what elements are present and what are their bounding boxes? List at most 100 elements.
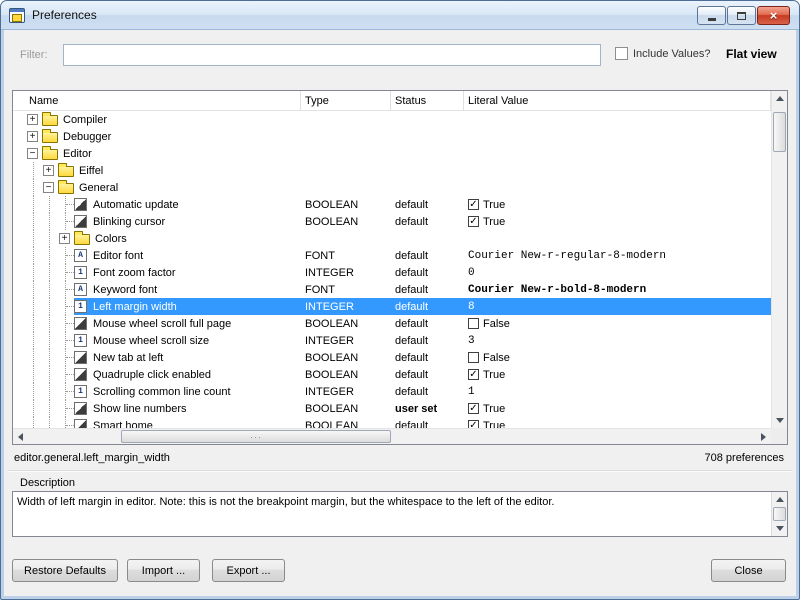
row-name: Keyword font bbox=[92, 284, 157, 296]
tree-guide bbox=[58, 383, 74, 400]
unchecked-checkbox[interactable] bbox=[468, 318, 479, 329]
tree-guide bbox=[26, 332, 42, 349]
tree-row[interactable]: Blinking cursorBOOLEANdefault✓True bbox=[13, 213, 771, 230]
row-status: default bbox=[391, 264, 464, 281]
row-name: Left margin width bbox=[92, 301, 177, 313]
column-header-literal-value[interactable]: Literal Value bbox=[464, 91, 771, 110]
tree-row[interactable]: 1Mouse wheel scroll sizeINTEGERdefault3 bbox=[13, 332, 771, 349]
column-header-type[interactable]: Type bbox=[301, 91, 391, 110]
row-status bbox=[391, 162, 464, 179]
tree-row[interactable]: Show line numbersBOOLEANuser set✓True bbox=[13, 400, 771, 417]
name-cell: Blinking cursor bbox=[13, 213, 301, 230]
tree-indent bbox=[13, 145, 26, 162]
tree-row[interactable]: Automatic updateBOOLEANdefault✓True bbox=[13, 196, 771, 213]
checked-checkbox[interactable]: ✓ bbox=[468, 199, 479, 210]
window-controls: × bbox=[697, 6, 790, 25]
tree-row[interactable]: −General bbox=[13, 179, 771, 196]
bool-preference-icon bbox=[74, 402, 87, 415]
horizontal-scrollbar[interactable]: ··· bbox=[13, 428, 771, 444]
scroll-down-button[interactable] bbox=[772, 521, 787, 536]
tree-guide bbox=[26, 417, 42, 428]
collapse-icon[interactable]: − bbox=[43, 182, 54, 193]
horizontal-scroll-thumb[interactable]: ··· bbox=[121, 430, 391, 443]
export-button[interactable]: Export ... bbox=[212, 559, 285, 582]
tree-row[interactable]: 1Scrolling common line countINTEGERdefau… bbox=[13, 383, 771, 400]
description-scrollbar[interactable] bbox=[771, 492, 787, 536]
tree-row[interactable]: AKeyword fontFONTdefaultCourier New-r-bo… bbox=[13, 281, 771, 298]
unchecked-checkbox[interactable] bbox=[468, 352, 479, 363]
titlebar[interactable]: Preferences × bbox=[1, 1, 799, 30]
tree-indent bbox=[13, 247, 26, 264]
checked-checkbox[interactable]: ✓ bbox=[468, 420, 479, 428]
checked-checkbox[interactable]: ✓ bbox=[468, 369, 479, 380]
flat-view-button[interactable]: Flat view bbox=[726, 47, 777, 61]
checked-checkbox[interactable]: ✓ bbox=[468, 216, 479, 227]
maximize-button[interactable] bbox=[727, 6, 756, 25]
tree-guide bbox=[26, 366, 42, 383]
name-cell: 1Font zoom factor bbox=[13, 264, 301, 281]
close-window-button[interactable]: × bbox=[757, 6, 790, 25]
right-arrow-icon bbox=[761, 433, 766, 441]
row-name: Mouse wheel scroll full page bbox=[92, 318, 231, 330]
tree-row[interactable]: Quadruple click enabledBOOLEANdefault✓Tr… bbox=[13, 366, 771, 383]
row-literal-value bbox=[464, 111, 771, 128]
row-type bbox=[301, 162, 391, 179]
column-header-status[interactable]: Status bbox=[391, 91, 464, 110]
scroll-up-button[interactable] bbox=[772, 492, 787, 507]
name-cell: Automatic update bbox=[13, 196, 301, 213]
checked-checkbox[interactable]: ✓ bbox=[468, 403, 479, 414]
scroll-left-button[interactable] bbox=[13, 429, 28, 444]
tree-guide bbox=[58, 213, 74, 230]
expand-icon[interactable]: + bbox=[59, 233, 70, 244]
tree-row[interactable]: −Editor bbox=[13, 145, 771, 162]
minimize-button[interactable] bbox=[697, 6, 726, 25]
tree-guide bbox=[58, 332, 74, 349]
folder-icon bbox=[42, 132, 58, 143]
tree-indent bbox=[13, 400, 26, 417]
tree-indent bbox=[13, 383, 26, 400]
folder-icon bbox=[42, 149, 58, 160]
close-dialog-button[interactable]: Close bbox=[711, 559, 786, 582]
row-literal-value: 3 bbox=[464, 332, 771, 349]
description-scroll-thumb[interactable] bbox=[773, 507, 786, 521]
include-values-checkbox[interactable] bbox=[615, 47, 628, 60]
name-cell: Show line numbers bbox=[13, 400, 301, 417]
expand-icon[interactable]: + bbox=[27, 131, 38, 142]
name-cell: AKeyword font bbox=[13, 281, 301, 298]
vertical-scroll-thumb[interactable] bbox=[773, 112, 786, 152]
tree-row[interactable]: +Compiler bbox=[13, 111, 771, 128]
collapse-icon[interactable]: − bbox=[27, 148, 38, 159]
tree-guide bbox=[26, 383, 42, 400]
row-name: Scrolling common line count bbox=[92, 386, 231, 398]
expand-icon[interactable]: + bbox=[43, 165, 54, 176]
value-text: False bbox=[483, 352, 510, 364]
scroll-down-button[interactable] bbox=[772, 413, 787, 428]
tree-row[interactable]: New tab at leftBOOLEANdefaultFalse bbox=[13, 349, 771, 366]
tree-row[interactable]: +Colors bbox=[13, 230, 771, 247]
import-button[interactable]: Import ... bbox=[127, 559, 200, 582]
restore-defaults-button[interactable]: Restore Defaults bbox=[12, 559, 118, 582]
tree-row[interactable]: AEditor fontFONTdefaultCourier New-r-reg… bbox=[13, 247, 771, 264]
tree-guide bbox=[26, 213, 42, 230]
tree-row[interactable]: 1Font zoom factorINTEGERdefault0 bbox=[13, 264, 771, 281]
tree-row[interactable]: Smart homeBOOLEANdefault✓True bbox=[13, 417, 771, 428]
row-status bbox=[391, 111, 464, 128]
tree-guide bbox=[42, 383, 58, 400]
tree-row[interactable]: +Eiffel bbox=[13, 162, 771, 179]
tree-guide bbox=[42, 349, 58, 366]
expand-icon[interactable]: + bbox=[27, 114, 38, 125]
down-arrow-icon bbox=[776, 418, 784, 423]
row-name: New tab at left bbox=[92, 352, 163, 364]
tree-row[interactable]: +Debugger bbox=[13, 128, 771, 145]
scroll-up-button[interactable] bbox=[772, 91, 787, 106]
vertical-scrollbar[interactable] bbox=[771, 91, 787, 428]
tree-row[interactable]: Mouse wheel scroll full pageBOOLEANdefau… bbox=[13, 315, 771, 332]
tree-row[interactable]: 1Left margin widthINTEGERdefault8 bbox=[13, 298, 771, 315]
int-preference-icon: 1 bbox=[74, 385, 87, 398]
filter-input[interactable] bbox=[63, 44, 601, 66]
row-type bbox=[301, 145, 391, 162]
column-header-name[interactable]: Name bbox=[13, 91, 301, 110]
scroll-right-button[interactable] bbox=[756, 429, 771, 444]
row-type: INTEGER bbox=[301, 298, 391, 315]
tree-indent bbox=[13, 162, 26, 179]
